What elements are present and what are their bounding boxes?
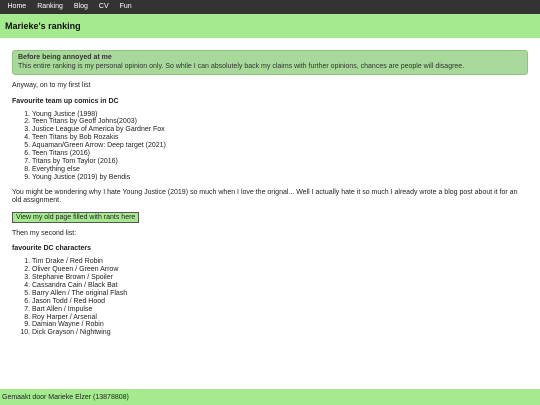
list-item: Cassandra Cain / Black Bat [32,282,528,290]
nav-blog-link[interactable]: Blog [68,0,93,14]
intro-text: Anyway, on to my first list [12,82,91,89]
list-item: Oliver Queen / Green Arrow [32,266,528,274]
list-item: Teen Titans by Bob Rozakis [32,134,528,142]
alert-title: Before being annoyed at me [18,54,112,61]
footer-text: Gemaakt door Marieke Elzer (13878808) [2,393,129,401]
list-item: Teen Titans (2016) [32,150,528,158]
nav-ranking-link[interactable]: Ranking [32,0,69,14]
main-content: Before being annoyed at me This entire r… [0,50,540,337]
disclaimer-alert: Before being annoyed at me This entire r… [12,50,528,75]
page-footer: Gemaakt door Marieke Elzer (13878808) [0,389,540,405]
list-item: Bart Allen / Impulse [32,306,528,314]
list-item: Stephanie Brown / Spoiler [32,274,528,282]
list-item: Dick Grayson / Nightwing [32,329,528,337]
dc-characters-list: Tim Drake / Red Robin Oliver Queen / Gre… [12,258,528,337]
list-item: Teen Titans by Geoff Johns(2003) [32,118,528,126]
list1-heading: Favourite team up comics in DC [12,97,119,105]
list-item: Aquaman/Green Arrow: Deep target (2021) [32,142,528,150]
list-item: Jason Todd / Red Hood [32,298,528,306]
list-item: Damian Wayne / Robin [32,321,528,329]
nav-home-link[interactable]: Home [2,0,32,14]
list-item: Everything else [32,166,528,174]
list-item: Tim Drake / Red Robin [32,258,528,266]
list-item: Titans by Tom Taylor (2016) [32,158,528,166]
top-navigation: Home Ranking Blog CV Fun [0,0,540,14]
rant-page-button[interactable]: View my old page filled with rants here [12,211,140,223]
list-item: Justice League of America by Gardner Fox [32,126,528,134]
list-item: Young Justice (1998) [32,111,528,119]
second-list-intro: Then my second list: [12,229,77,237]
list2-heading: favourite DC characters [12,245,91,253]
rant-text: You might be wondering why I hate Young … [12,188,518,205]
nav-cv-link[interactable]: CV [93,0,114,14]
list-item: Roy Harper / Arsenal [32,314,528,322]
team-up-comics-list: Young Justice (1998) Teen Titans by Geof… [12,111,528,182]
list-item: Barry Allen / The original Flash [32,290,528,298]
page-header: Marieke's ranking [0,14,540,38]
page-title: Marieke's ranking [5,21,81,31]
nav-fun-link[interactable]: Fun [114,0,137,14]
list-item: Young Justice (2019) by Bendis [32,174,528,182]
alert-text: This entire ranking is my personal opini… [18,62,465,70]
